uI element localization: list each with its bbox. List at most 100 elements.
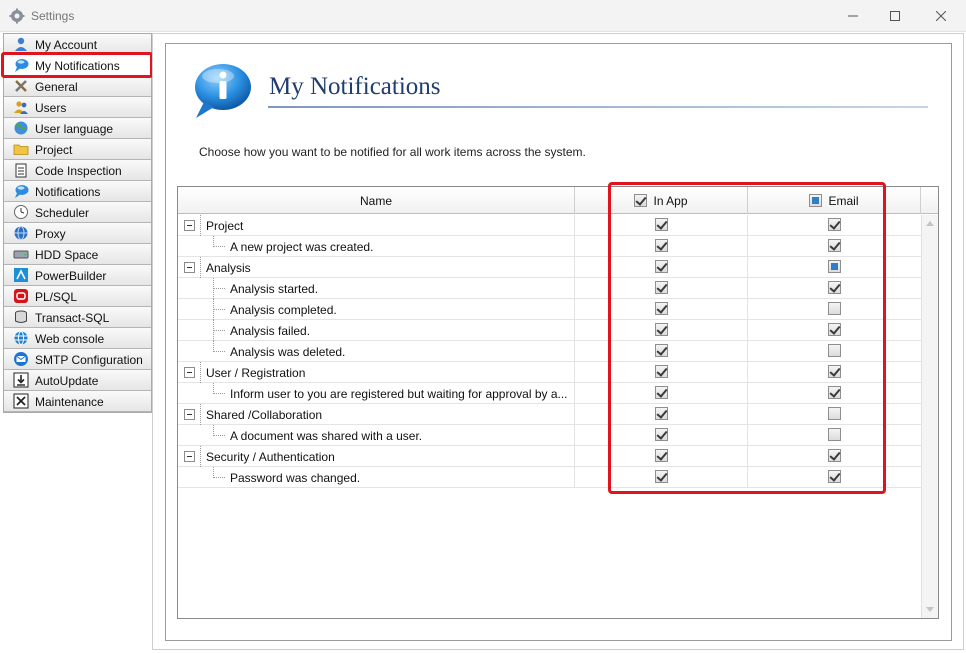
sidebar-item-general[interactable]: General <box>4 76 151 97</box>
sidebar-item-label: Notifications <box>35 185 101 199</box>
tree-connector <box>213 288 225 289</box>
tree-connector <box>213 393 225 394</box>
tree-connector <box>213 330 225 331</box>
info-bubble-icon <box>195 64 251 118</box>
tree-connector <box>213 309 225 310</box>
name-cell: Project <box>178 215 575 236</box>
tree-divider <box>200 362 201 383</box>
folder-icon <box>13 144 29 155</box>
vertical-scrollbar[interactable] <box>921 215 938 618</box>
tree-divider <box>200 215 201 236</box>
columns-highlight-box <box>608 182 886 494</box>
name-cell: Analysis started. <box>178 278 575 299</box>
sidebar-item-autoupdate[interactable]: AutoUpdate <box>4 370 151 391</box>
sidebar-item-label: AutoUpdate <box>35 374 99 388</box>
tree-connector <box>213 246 225 247</box>
notification-label: Analysis started. <box>230 282 319 296</box>
notification-label: Analysis was deleted. <box>230 345 346 359</box>
globe-icon <box>14 121 28 135</box>
sidebar-item-label: Code Inspection <box>35 164 122 178</box>
maximize-icon <box>890 10 900 21</box>
sidebar-item-scheduler[interactable]: Scheduler <box>4 202 151 223</box>
collapse-toggle-icon[interactable] <box>184 367 195 378</box>
name-cell: Analysis <box>178 257 575 278</box>
group-label: Analysis <box>206 261 251 275</box>
name-cell: Analysis failed. <box>178 320 575 341</box>
close-icon <box>936 10 946 21</box>
sidebar-item-project[interactable]: Project <box>4 139 151 160</box>
group-label: Security / Authentication <box>206 450 335 464</box>
selection-highlight-box <box>1 52 153 78</box>
sidebar-item-label: User language <box>35 122 114 136</box>
sidebar-item-label: Proxy <box>35 227 66 241</box>
sidebar-item-label: SMTP Configuration <box>35 353 143 367</box>
notification-label: A document was shared with a user. <box>230 429 423 443</box>
sidebar-item-label: Web console <box>35 332 105 346</box>
minimize-button[interactable] <box>830 0 876 31</box>
page-description: Choose how you want to be notified for a… <box>199 145 586 159</box>
sidebar-item-pl-sql[interactable]: PL/SQL <box>4 286 151 307</box>
mail-icon <box>14 352 28 366</box>
sidebar-item-web-console[interactable]: Web console <box>4 328 151 349</box>
sidebar-item-label: Project <box>35 143 73 157</box>
sidebar-item-code-inspection[interactable]: Code Inspection <box>4 160 151 181</box>
sidebar-item-label: Maintenance <box>35 395 104 409</box>
group-label: Shared /Collaboration <box>206 408 323 422</box>
hard-drive-icon <box>13 250 29 259</box>
sidebar-item-smtp-configuration[interactable]: SMTP Configuration <box>4 349 151 370</box>
column-header-name-label: Name <box>359 193 392 208</box>
title-bar: Settings <box>0 0 966 32</box>
tree-connector <box>213 351 225 352</box>
name-cell: User / Registration <box>178 362 575 383</box>
clipboard-icon <box>15 163 27 178</box>
title-underline <box>268 106 928 108</box>
collapse-toggle-icon[interactable] <box>184 451 195 462</box>
plsql-icon <box>14 289 28 303</box>
sidebar-item-powerbuilder[interactable]: PowerBuilder <box>4 265 151 286</box>
sidebar-item-hdd-space[interactable]: HDD Space <box>4 244 151 265</box>
sidebar-item-label: PL/SQL <box>35 290 78 304</box>
maximize-button[interactable] <box>872 0 918 31</box>
settings-sidebar: My Account My Notifications General Users Us… <box>3 33 152 413</box>
sidebar-item-label: Users <box>35 101 67 115</box>
collapse-toggle-icon[interactable] <box>184 220 195 231</box>
name-cell: Analysis completed. <box>178 299 575 320</box>
sidebar-item-maintenance[interactable]: Maintenance <box>4 391 151 412</box>
wrench-icon <box>13 393 29 409</box>
name-cell: Inform user to you are registered but wa… <box>178 383 575 404</box>
sidebar-item-label: PowerBuilder <box>35 269 107 283</box>
clock-icon <box>14 205 28 219</box>
name-cell: A new project was created. <box>178 236 575 257</box>
users-icon <box>14 101 28 114</box>
powerbuilder-icon <box>14 268 28 282</box>
collapse-toggle-icon[interactable] <box>184 409 195 420</box>
name-cell: Security / Authentication <box>178 446 575 467</box>
name-cell: A document was shared with a user. <box>178 425 575 446</box>
sidebar-item-label: HDD Space <box>35 248 99 262</box>
user-icon <box>15 37 27 51</box>
sidebar-item-proxy[interactable]: Proxy <box>4 223 151 244</box>
scroll-up-arrow-icon[interactable] <box>926 221 934 226</box>
minimize-icon <box>848 15 858 16</box>
tree-connector <box>213 435 225 436</box>
column-header-name[interactable]: Name <box>178 187 575 214</box>
window-title: Settings <box>31 9 75 23</box>
sidebar-item-transact-sql[interactable]: Transact-SQL <box>4 307 151 328</box>
group-label: User / Registration <box>206 366 306 380</box>
close-button[interactable] <box>918 0 964 31</box>
sidebar-item-user-language[interactable]: User language <box>4 118 151 139</box>
tree-divider <box>200 404 201 425</box>
tree-divider <box>200 446 201 467</box>
database-icon <box>15 310 27 323</box>
network-globe-icon <box>14 226 28 240</box>
download-icon <box>13 372 29 388</box>
scroll-down-arrow-icon[interactable] <box>926 607 934 612</box>
sidebar-item-users[interactable]: Users <box>4 97 151 118</box>
tree-divider <box>200 257 201 278</box>
notification-label: Analysis failed. <box>230 324 311 338</box>
name-cell: Shared /Collaboration <box>178 404 575 425</box>
sidebar-item-label: My Account <box>35 38 98 52</box>
notification-label: A new project was created. <box>230 240 374 254</box>
collapse-toggle-icon[interactable] <box>184 262 195 273</box>
sidebar-item-notifications[interactable]: Notifications <box>4 181 151 202</box>
